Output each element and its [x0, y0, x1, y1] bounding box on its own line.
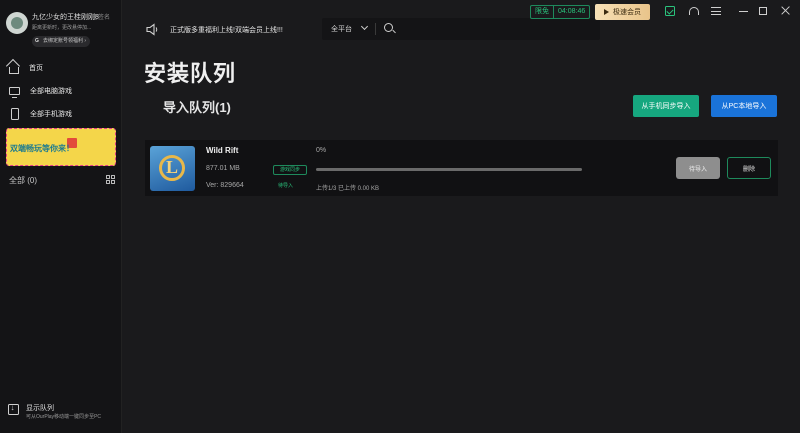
play-icon [604, 9, 609, 15]
bind-account-button[interactable]: 去绑定账号领福利 › [32, 36, 91, 47]
all-games-count[interactable]: 全部 (0) [9, 175, 37, 186]
search-input[interactable] [400, 21, 590, 37]
sidebar: 九亿少女的王桂刚刚8 已签名 距离更新时，更改悬停加... 去绑定账号领福利 ›… [0, 0, 122, 433]
sidebar-item-label: 全部手机游戏 [30, 111, 72, 118]
game-size: 877.01 MB [206, 165, 240, 172]
user-subtitle: 距离更新时，更改悬停加... [32, 25, 92, 31]
queue-row: L Wild Rift 877.01 MB Ver: 829664 游戏同步 待… [145, 140, 778, 196]
user-tag: 已签名 [92, 15, 111, 21]
pending-import-button[interactable]: 待导入 [676, 157, 720, 179]
username: 九亿少女的王桂刚刚8 [32, 14, 99, 21]
sidebar-item-label: 首页 [29, 65, 43, 72]
platform-select[interactable]: 全平台 [331, 24, 352, 34]
avatar[interactable] [6, 12, 28, 34]
progress-bar [316, 168, 582, 171]
sync-tag: 游戏同步 [273, 165, 307, 175]
status-label: 待导入 [278, 183, 294, 189]
show-queue[interactable]: 显示队列 可从OurPlay移动端一键同步至PC [8, 402, 120, 426]
vip-button[interactable]: 极速会员 [595, 4, 650, 20]
monitor-icon [9, 87, 20, 99]
delete-button[interactable]: 删除 [727, 157, 771, 179]
promo-banner[interactable]: 双端畅玩等你来！ [6, 128, 116, 166]
footer-subtitle: 可从OurPlay移动端一键同步至PC [26, 414, 102, 420]
sidebar-item-mobile-games[interactable]: 全部手机游戏 [0, 103, 122, 125]
game-name: Wild Rift [206, 146, 239, 155]
phone-icon [11, 108, 19, 120]
user-profile[interactable]: 九亿少女的王桂刚刚8 已签名 距离更新时，更改悬停加... 去绑定账号领福利 › [6, 10, 118, 50]
sidebar-item-home[interactable]: 首页 [0, 57, 122, 79]
maximize-icon[interactable] [759, 7, 767, 15]
vip-label: 极速会员 [613, 9, 641, 16]
home-icon [9, 66, 19, 74]
menu-icon[interactable] [711, 6, 721, 16]
checkin-icon[interactable] [665, 6, 675, 16]
search-bar: 全平台 [322, 18, 600, 40]
close-icon[interactable] [781, 6, 791, 16]
game-icon: L [150, 146, 195, 191]
chevron-down-icon[interactable] [360, 22, 369, 31]
sidebar-item-pc-games[interactable]: 全部电脑游戏 [0, 80, 122, 102]
free-time-badge[interactable]: 限免 04:08:46 [530, 5, 591, 19]
notice-text[interactable]: 正式版多重福利上线!双端会员上线!!! [170, 25, 283, 35]
game-version: Ver: 829664 [206, 182, 244, 189]
progress-percent: 0% [316, 147, 327, 154]
banner-text: 双端畅玩等你来！ [10, 144, 74, 153]
free-timer: 04:08:46 [558, 8, 586, 15]
free-label: 限免 [531, 6, 554, 18]
grid-view-icon[interactable] [106, 175, 115, 184]
minimize-icon[interactable] [739, 6, 749, 16]
download-icon [8, 403, 19, 415]
speaker-icon [146, 23, 158, 36]
import-from-phone-button[interactable]: 从手机同步导入 [633, 95, 699, 117]
upload-info: 上传1/3 已上传 0.00 KB [316, 186, 380, 192]
divider [375, 23, 376, 35]
section-title: 导入队列(1) [163, 100, 231, 115]
footer-title: 显示队列 [26, 405, 54, 412]
headset-icon[interactable] [689, 7, 699, 15]
page-title: 安装队列 [144, 61, 237, 86]
sidebar-item-label: 全部电脑游戏 [30, 88, 72, 95]
import-from-pc-button[interactable]: 从PC本地导入 [711, 95, 777, 117]
search-icon[interactable] [384, 23, 393, 32]
